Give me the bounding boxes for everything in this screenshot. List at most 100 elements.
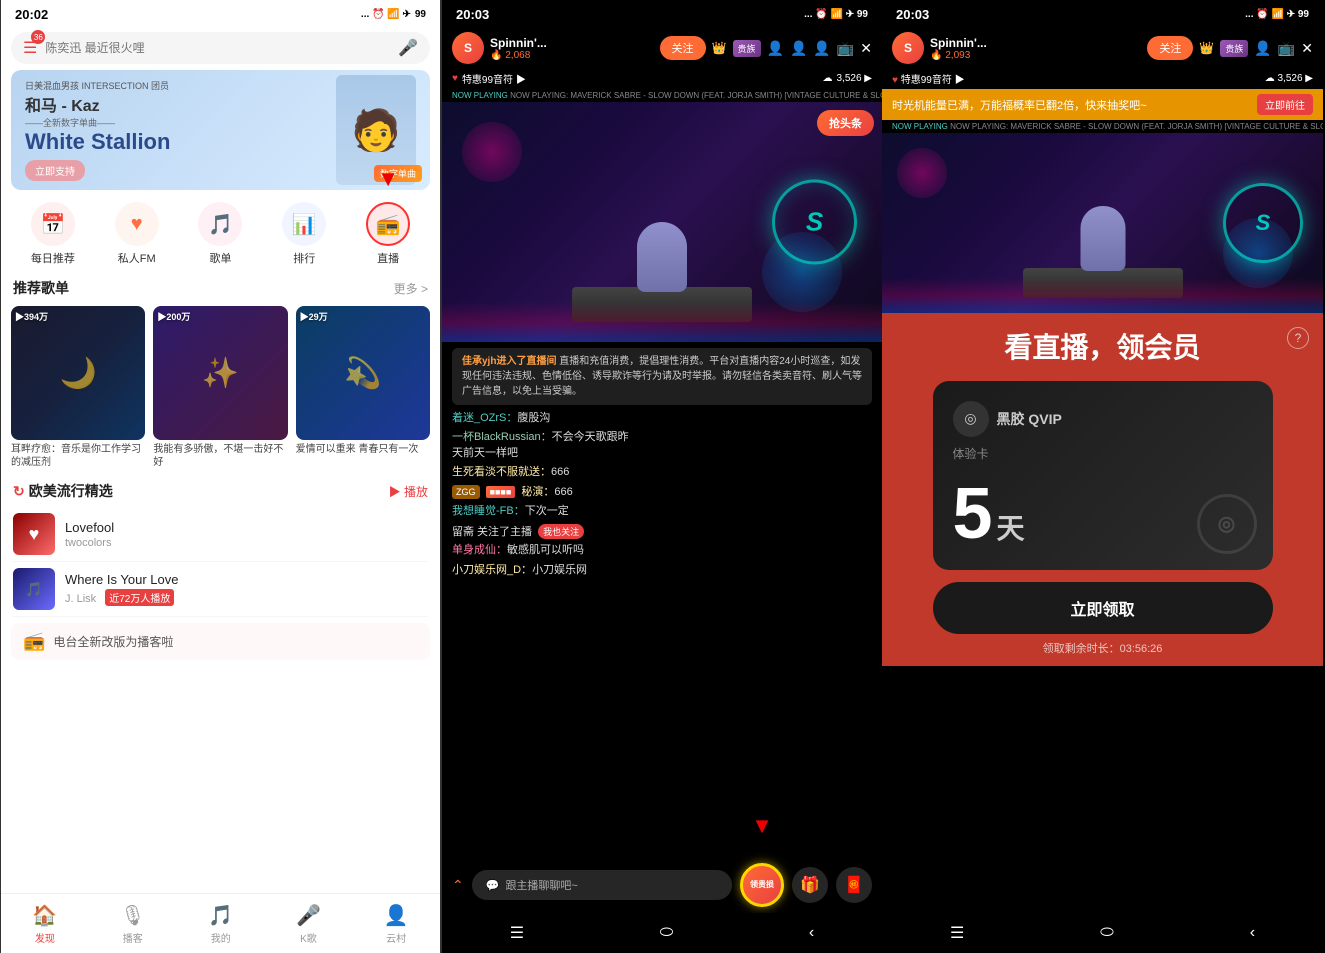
chat-msg-6: 单身成仙：敏感肌可以听吗	[452, 543, 872, 558]
host-info: S Spinnin'... 🔥 2,068	[452, 32, 547, 64]
close-icon[interactable]: ✕	[860, 40, 872, 57]
banner-subtitle: ——全新数字单曲——	[25, 116, 336, 129]
chat-placeholder: 跟主播聊聊吧~	[505, 877, 577, 893]
promo-title: 看直播，领会员	[1004, 331, 1200, 365]
chat-notice: 佳承yjh进入了直播间 直播和充值消费，提倡理性消费。平台对直播内容24小时巡查…	[452, 348, 872, 405]
sys-home[interactable]: ⬭	[660, 924, 674, 942]
nav-music[interactable]: 🎵 我的	[208, 903, 233, 945]
icon-playlist[interactable]: 🎵 歌单	[198, 202, 242, 266]
chat-msg-5: 我想睡觉-FB：下次一定	[452, 504, 872, 519]
info-right[interactable]: ☁ 3,526 ▶	[823, 73, 873, 84]
now-playing-text-3: NOW PLAYING: MAVERICK SABRE - SLOW DOWN …	[950, 122, 1323, 131]
nav-discover[interactable]: 🏠 发现	[32, 903, 57, 945]
status-icons-3: ... ⏰ 📶 ✈ 99	[1245, 9, 1309, 20]
radio-icon: 📻	[23, 631, 45, 652]
time-1: 20:02	[15, 7, 48, 22]
banner-title: White Stallion	[25, 129, 336, 155]
nav-podcast[interactable]: 🎙 播客	[120, 903, 145, 945]
alert-banner: 时光机能量已满，万能福概率已翻2倍，快来抽奖吧~ 立即前往	[882, 89, 1323, 120]
icon-daily[interactable]: 📅 每日推荐	[31, 202, 75, 266]
badge-crown-3: 👑	[1199, 41, 1214, 55]
follow-button-3[interactable]: 关注	[1147, 36, 1193, 60]
cast-icon-3[interactable]: 📺	[1278, 40, 1295, 57]
rank-label: 排行	[293, 250, 315, 266]
banner-artist: 和马 - Kaz	[25, 92, 336, 116]
help-button[interactable]: ?	[1287, 327, 1309, 349]
list-item[interactable]: ▶29万 💫 爱情可以重来 青春只有一次	[296, 306, 430, 469]
sys-back-3[interactable]: ‹	[1250, 924, 1255, 942]
header-actions: 关注 👑 贵族 👤 👤 👤 📺 ✕	[660, 36, 872, 60]
info-left-text-3: 特惠99音符 ▶	[901, 75, 965, 86]
nav-k[interactable]: 🎤 K歌	[296, 903, 321, 945]
sys-menu-3[interactable]: ☰	[950, 923, 964, 943]
menu-icon[interactable]: ☰ 36	[23, 38, 37, 58]
cast-icon[interactable]: 📺	[837, 40, 854, 57]
fm-icon: ♥	[115, 202, 159, 246]
track-title-where: Where Is Your Love	[65, 572, 428, 587]
track-item-where[interactable]: 🎵 Where Is Your Love J. Lisk 近72万人播放	[13, 562, 428, 617]
host-name: Spinnin'...	[490, 36, 547, 50]
radio-notice[interactable]: 📻 电台全新改版为播客啦	[11, 623, 430, 660]
play-button[interactable]: ▶ 播放	[389, 483, 428, 500]
sys-home-3[interactable]: ⬭	[1100, 924, 1114, 942]
gift-button[interactable]: 🎁	[792, 867, 828, 903]
k-label: K歌	[300, 930, 317, 945]
banner-text: 日美混血男孩 INTERSECTION 团员 和马 - Kaz ——全新数字单曲…	[25, 79, 336, 181]
view-count: 3,526 ▶	[837, 73, 873, 84]
track-title-lovefool: Lovefool	[65, 520, 428, 535]
alert-button[interactable]: 立即前往	[1257, 94, 1313, 115]
chat-msg-1: 着迷_OZrS：腹股沟	[452, 411, 872, 426]
follow-button[interactable]: 关注	[660, 36, 706, 60]
track-item-lovefool[interactable]: ♥ Lovefool twocolors	[13, 507, 428, 562]
info-right-3[interactable]: ☁ 3,526 ▶	[1265, 73, 1313, 84]
daily-icon: 📅	[31, 202, 75, 246]
expand-icon[interactable]: ⌃	[452, 877, 464, 894]
red-packet-button[interactable]: 🧧	[836, 867, 872, 903]
cloud-icon-3: ☁ 3,526 ▶	[1265, 73, 1313, 84]
rank-icon: 📊	[282, 202, 326, 246]
live-label: 直播	[377, 250, 399, 266]
follow-tag[interactable]: 我也关注	[538, 524, 584, 539]
playlist-desc-3: 爱情可以重来 青春只有一次	[296, 443, 430, 456]
chat-bar: ⌃ 💬 跟主播聊聊吧~ 领贵损 ▼ 🎁 🧧	[442, 857, 882, 913]
info-bar-3: ♥ 特惠99音符 ▶ ☁ 3,526 ▶	[882, 68, 1323, 89]
status-bar-1: 20:02 ... ⏰ 📶 ✈ 99	[1, 0, 440, 28]
red-arrow-indicator: ▼	[377, 166, 399, 192]
follow-user: 留斋 关注了主播	[452, 523, 532, 539]
nav-village[interactable]: 👤 云村	[384, 903, 409, 945]
chat-input-button[interactable]: 💬 跟主播聊聊吧~	[472, 870, 732, 900]
support-button[interactable]: 立即支持	[25, 160, 85, 181]
search-bar[interactable]: ☰ 36 🎤	[11, 32, 430, 64]
live-header-3: S Spinnin'... 🔥 2,093 关注 👑 贵族 👤 📺 ✕	[882, 28, 1323, 68]
list-item[interactable]: ▶200万 ✨ 我能有多骄傲，不堪一击好不好	[153, 306, 287, 469]
list-item[interactable]: ▶394万 🌙 耳畔疗愈：音乐是你工作学习的减压剂	[11, 306, 145, 469]
mic-icon[interactable]: 🎤	[398, 38, 418, 58]
info-left-3[interactable]: ♥ 特惠99音符 ▶	[892, 71, 965, 86]
icon-rank[interactable]: 📊 排行	[282, 202, 326, 266]
neon-letter: S	[806, 207, 823, 238]
grab-header-button[interactable]: 抢头条	[817, 110, 874, 136]
icon-fm[interactable]: ♥ 私人FM	[115, 202, 159, 266]
neon-glow-3	[897, 148, 947, 198]
time-2: 20:03	[456, 7, 489, 22]
close-icon-3[interactable]: ✕	[1301, 40, 1313, 57]
sys-back[interactable]: ‹	[809, 924, 814, 942]
track-artist-lovefool: twocolors	[65, 537, 428, 549]
track-info-lovefool: Lovefool twocolors	[65, 520, 428, 549]
user-avatar-3: 👤	[813, 40, 830, 57]
discover-icon: 🏠	[32, 903, 57, 928]
info-left[interactable]: ♥ 特惠99音符 ▶	[452, 71, 526, 86]
vip-button[interactable]: 领贵损	[740, 863, 784, 907]
podcast-label: 播客	[123, 930, 143, 945]
system-nav-2: ☰ ⬭ ‹	[442, 913, 882, 953]
icon-live[interactable]: ▼ 📻 直播	[366, 202, 410, 266]
host-details: Spinnin'... 🔥 2,068	[490, 36, 547, 61]
recommend-more[interactable]: 更多 >	[394, 280, 428, 297]
playlist-desc-2: 我能有多骄傲，不堪一击好不好	[153, 443, 287, 469]
sys-menu[interactable]: ☰	[510, 923, 524, 943]
claim-button[interactable]: 立即领取	[933, 582, 1273, 634]
user-avatar-2: 👤	[790, 40, 807, 57]
search-input[interactable]	[45, 41, 390, 55]
village-label: 云村	[386, 930, 406, 945]
heart-icon-3: ♥	[892, 75, 898, 86]
